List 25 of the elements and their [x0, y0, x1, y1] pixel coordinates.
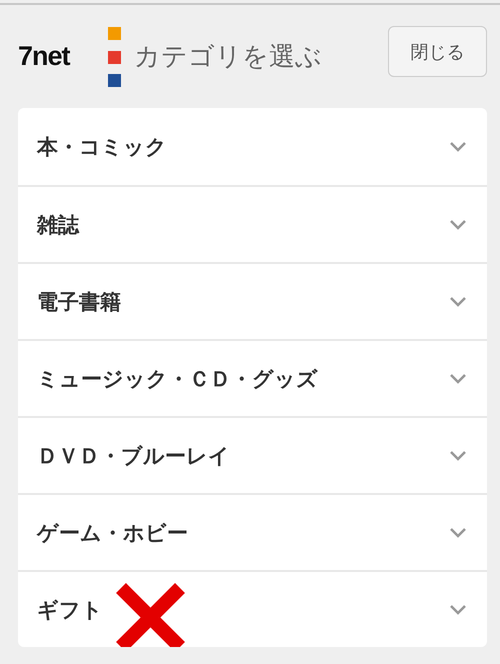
category-item[interactable]: ギフト	[18, 570, 487, 647]
category-label: 雑誌	[37, 212, 79, 238]
category-item[interactable]: ミュージック・ＣＤ・グッズ	[18, 339, 487, 416]
chevron-down-icon	[449, 604, 467, 615]
chevron-down-icon	[449, 296, 467, 307]
chevron-down-icon	[449, 527, 467, 538]
category-label: ギフト	[37, 596, 103, 624]
chevron-down-icon	[449, 141, 467, 152]
category-item[interactable]: ゲーム・ホビー	[18, 493, 487, 570]
category-label: 本・コミック	[37, 134, 167, 160]
category-label: ミュージック・ＣＤ・グッズ	[37, 366, 318, 392]
squares-icon	[108, 26, 122, 86]
chevron-down-icon	[449, 450, 467, 461]
category-label: ゲーム・ホビー	[37, 520, 188, 546]
category-label: 電子書籍	[37, 288, 121, 316]
category-item[interactable]: 電子書籍	[18, 262, 487, 339]
category-item[interactable]: 本・コミック	[18, 108, 487, 185]
chevron-down-icon	[449, 219, 467, 230]
category-label: ＤＶＤ・ブルーレイ	[37, 442, 230, 470]
panel-title: カテゴリを選ぶ	[134, 41, 323, 74]
category-item[interactable]: ＤＶＤ・ブルーレイ	[18, 416, 487, 493]
logo: 7net	[18, 41, 72, 72]
chevron-down-icon	[449, 373, 467, 384]
close-button[interactable]: 閉じる	[388, 26, 487, 77]
category-item[interactable]: 雑誌	[18, 185, 487, 262]
